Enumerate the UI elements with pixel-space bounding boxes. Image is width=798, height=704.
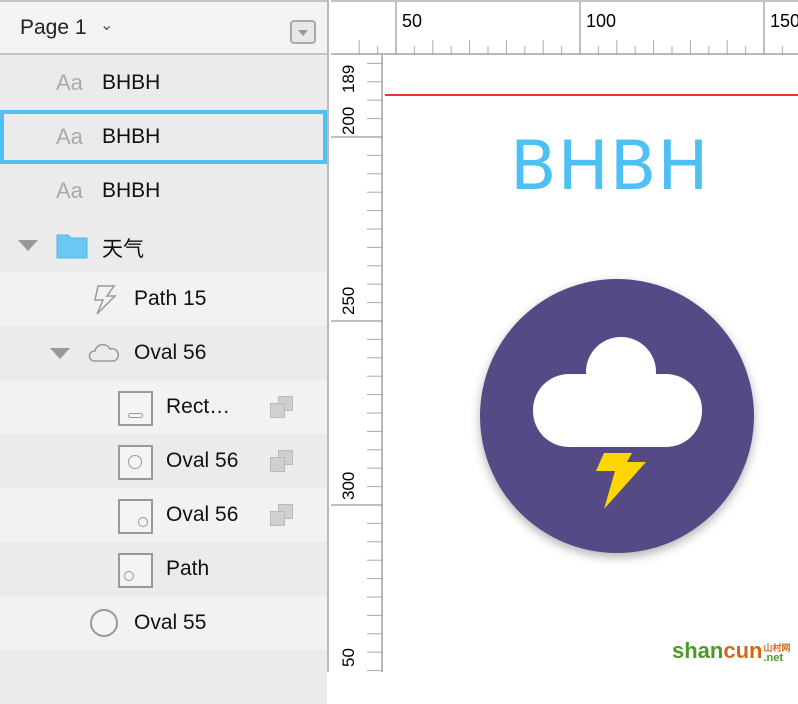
oval-icon: [118, 553, 153, 588]
layer-row[interactable]: Rect…: [0, 380, 327, 434]
ruler-label: 150: [770, 11, 798, 31]
cloud-icon: [88, 343, 120, 362]
watermark-text: cun: [723, 638, 763, 663]
watermark-text: .net: [763, 652, 784, 664]
layer-label: Path: [166, 557, 210, 580]
watermark-logo: shan cun 山村网 .net: [672, 638, 791, 664]
layer-group-row[interactable]: Oval 56: [0, 326, 327, 380]
rect-icon: [118, 391, 153, 426]
layer-label: Oval 56: [134, 341, 207, 364]
layer-label: 天气: [102, 238, 144, 261]
layer-label: Oval 56: [166, 503, 239, 526]
layer-label: Path 15: [134, 287, 207, 310]
text-layer-icon: Aa: [56, 178, 83, 203]
text-layer-icon: Aa: [56, 70, 83, 95]
path-icon: [94, 285, 117, 315]
layer-group-row[interactable]: 天气: [0, 218, 327, 272]
layer-row[interactable]: Oval 55: [0, 596, 327, 650]
page-selector[interactable]: Page 1: [20, 16, 87, 40]
layers-panel: Page 1 ⌄ Aa BHBH Aa BHBH Aa BHBH 天气 Path…: [0, 0, 329, 704]
oval-icon: [118, 499, 153, 534]
ruler-ticks: [331, 62, 383, 672]
ruler-label: 50: [402, 11, 423, 31]
ruler-label: 300: [339, 471, 358, 500]
watermark-text: shan: [672, 638, 724, 663]
mask-icon: [270, 450, 294, 472]
layer-row[interactable]: Path 15: [0, 272, 327, 326]
layer-label: BHBH: [102, 125, 161, 148]
layer-label: Oval 56: [166, 449, 239, 472]
layer-row-selected[interactable]: Aa BHBH: [0, 110, 327, 164]
mask-icon: [270, 504, 294, 526]
layer-row[interactable]: Path: [0, 542, 327, 596]
folder-icon: [56, 234, 88, 259]
text-layer-icon: Aa: [56, 124, 83, 149]
layer-row[interactable]: Oval 56: [0, 488, 327, 542]
chevron-down-icon[interactable]: ⌄: [100, 15, 113, 35]
layer-label: BHBH: [102, 71, 161, 94]
layer-row[interactable]: Aa BHBH: [0, 56, 327, 110]
design-canvas[interactable]: BHBH shan cun 山村网 .net: [385, 57, 798, 672]
collapse-icon[interactable]: [290, 20, 316, 44]
vertical-ruler[interactable]: 189 200 250 300 50: [331, 55, 383, 672]
horizontal-ruler[interactable]: 50 100 150: [331, 0, 798, 55]
empty-row: [0, 650, 327, 704]
weather-icon-artwork[interactable]: [385, 57, 798, 672]
disclosure-triangle-icon[interactable]: [18, 240, 38, 251]
watermark-suffix: 山村网 .net: [763, 643, 790, 664]
ruler-label: 100: [586, 11, 617, 31]
ruler-label: 189: [339, 64, 358, 93]
oval-icon: [118, 445, 153, 480]
ruler-label: 250: [339, 286, 358, 315]
layer-row[interactable]: Aa BHBH: [0, 164, 327, 218]
page-selector-header: Page 1 ⌄: [0, 0, 327, 55]
layer-label: Oval 55: [134, 611, 207, 634]
layer-label: BHBH: [102, 179, 161, 202]
layer-row[interactable]: Oval 56: [0, 434, 327, 488]
layer-label: Rect…: [166, 395, 231, 418]
ruler-label: 50: [339, 648, 358, 667]
ruler-label: 200: [339, 106, 358, 135]
disclosure-triangle-icon[interactable]: [50, 348, 70, 359]
circle-icon: [90, 609, 118, 637]
mask-icon: [270, 396, 294, 418]
